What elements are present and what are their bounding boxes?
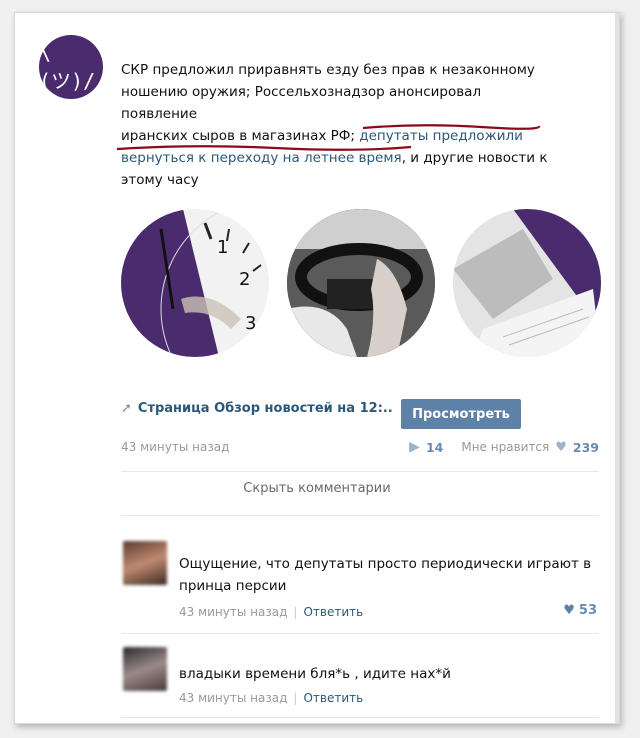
post-text: СКР предложил приравнять езду без прав к… bbox=[121, 59, 561, 191]
comment-line: владыки времени бля*ь , идите нах*й bbox=[179, 666, 451, 682]
comment-like[interactable]: ♥ 53 bbox=[563, 603, 597, 618]
share-count[interactable]: 14 bbox=[426, 440, 443, 455]
post-text-line: иранских сыров в магазинах РФ; депутаты … bbox=[121, 125, 561, 147]
post-text-line: СКР предложил приравнять езду без прав к… bbox=[121, 62, 535, 78]
svg-text:1: 1 bbox=[217, 237, 228, 258]
view-button[interactable]: Просмотреть bbox=[401, 399, 521, 429]
like-label[interactable]: Мне нравится bbox=[461, 440, 549, 454]
post-card: \(ツ)/ СКР предложил приравнять езду без … bbox=[14, 12, 620, 724]
divider bbox=[121, 633, 599, 634]
divider bbox=[121, 717, 599, 718]
highlighted-text: депутаты предложили bbox=[359, 128, 523, 144]
post-text-line: этому часу bbox=[121, 172, 199, 188]
divider bbox=[121, 471, 599, 472]
documents-image bbox=[453, 209, 601, 357]
heart-icon: ♥ bbox=[563, 603, 575, 618]
separator: | bbox=[293, 605, 298, 619]
divider bbox=[121, 515, 599, 516]
post-time[interactable]: 43 минуты назад bbox=[121, 440, 229, 454]
reply-link[interactable]: Ответить bbox=[303, 691, 363, 705]
comment-time[interactable]: 43 минуты назад bbox=[179, 691, 287, 705]
scrollbar[interactable] bbox=[615, 13, 619, 723]
attached-page-label: Страница Обзор новостей на 12:.. bbox=[137, 401, 393, 416]
post-text-line: ношению оружия; Россельхознадзор анонсир… bbox=[121, 84, 482, 122]
hide-comments-link[interactable]: Скрыть комментарии bbox=[15, 481, 619, 496]
comment-meta: 43 минуты назад | Ответить bbox=[179, 691, 363, 705]
clock-image: 1 2 3 bbox=[121, 209, 269, 357]
comment-meta: 43 минуты назад | Ответить bbox=[179, 605, 363, 619]
heart-icon[interactable]: ♥ bbox=[555, 440, 567, 455]
avatar-glyph: \(ツ)/ bbox=[39, 40, 96, 93]
comment-text: владыки времени бля*ь , идите нах*й bbox=[179, 663, 599, 685]
svg-text:3: 3 bbox=[245, 313, 256, 334]
comment-like-count: 53 bbox=[578, 603, 597, 618]
article-thumbnail-driving[interactable] bbox=[287, 209, 435, 357]
share-arrow-icon: ➚ bbox=[121, 401, 132, 416]
group-avatar[interactable]: \(ツ)/ bbox=[39, 35, 103, 99]
article-thumbnail-clock[interactable]: 1 2 3 bbox=[121, 209, 269, 357]
driving-image bbox=[287, 209, 435, 357]
megaphone-icon[interactable]: ▶ bbox=[409, 439, 420, 455]
article-thumbnail-documents[interactable] bbox=[453, 209, 601, 357]
comment-line: принца персии bbox=[179, 578, 287, 594]
comment-text: Ощущение, что депутаты просто периодичес… bbox=[179, 553, 599, 597]
commenter-avatar[interactable] bbox=[123, 647, 167, 691]
separator: | bbox=[293, 691, 298, 705]
comment-time[interactable]: 43 минуты назад bbox=[179, 605, 287, 619]
post-text-segment: , и другие новости к bbox=[401, 150, 548, 166]
post-text-segment: иранских сыров в магазинах РФ; bbox=[121, 128, 360, 144]
svg-text:2: 2 bbox=[239, 269, 250, 290]
post-meta: 43 минуты назад ▶ 14 Мне нравится ♥ 239 bbox=[121, 439, 599, 455]
comment-line: Ощущение, что депутаты просто периодичес… bbox=[179, 556, 592, 572]
reply-link[interactable]: Ответить bbox=[303, 605, 363, 619]
commenter-avatar[interactable] bbox=[123, 541, 167, 585]
post-text-line: вернуться к переходу на летнее время, и … bbox=[121, 147, 561, 169]
post-actions: ▶ 14 Мне нравится ♥ 239 bbox=[409, 439, 599, 455]
like-count[interactable]: 239 bbox=[573, 440, 599, 455]
highlighted-text: вернуться к переходу на летнее время bbox=[121, 150, 402, 166]
attached-page-link[interactable]: ➚ Страница Обзор новостей на 12:.. bbox=[121, 401, 393, 416]
